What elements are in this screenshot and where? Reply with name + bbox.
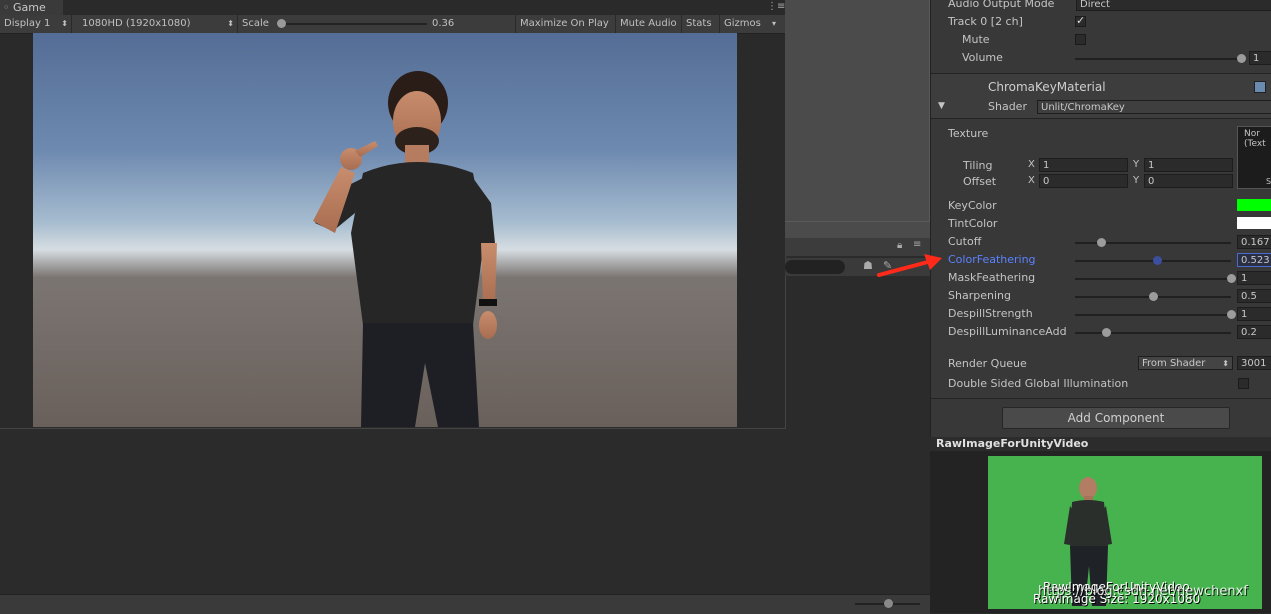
display-label: Display 1	[4, 18, 51, 29]
slider-value-field[interactable]: 1	[1237, 307, 1271, 321]
tiling-y-field[interactable]: 1	[1144, 158, 1233, 172]
game-toolbar: Display 1 ⬍ 1080HD (1920x1080) ⬍ Scale 0…	[0, 1, 785, 34]
render-queue-mode-label: From Shader	[1142, 358, 1206, 369]
shader-dropdown[interactable]: Unlit/ChromaKey	[1037, 100, 1271, 114]
slider-track[interactable]	[1075, 314, 1231, 316]
mute-label: Mute	[962, 33, 990, 46]
gizmos-label: Gizmos	[724, 18, 761, 29]
render-queue-label: Render Queue	[948, 357, 1027, 370]
slider-value-field[interactable]: 0.523	[1237, 253, 1271, 267]
game-tab-label: Game	[13, 1, 46, 14]
slider-knob[interactable]	[1227, 274, 1236, 283]
texture-select-button[interactable]: S	[1266, 177, 1271, 186]
menu-icon[interactable]: ⋮≡	[767, 1, 785, 12]
volume-slider-knob[interactable]	[1237, 54, 1246, 63]
keycolor-label: KeyColor	[948, 199, 997, 212]
offset-y-field[interactable]: 0	[1144, 174, 1233, 188]
slider-label: Sharpening	[948, 289, 1011, 302]
scale-slider-knob[interactable]	[277, 19, 286, 28]
shader-label: Shader	[988, 100, 1027, 113]
slider-label: ColorFeathering	[948, 253, 1036, 266]
render-queue-mode-dropdown[interactable]: From Shader ⬍	[1138, 356, 1233, 370]
search-input[interactable]	[785, 260, 845, 274]
menu-icon[interactable]: ≡	[913, 239, 921, 250]
slider-value-field[interactable]: 0.2	[1237, 325, 1271, 339]
dropdown-arrows-icon: ⬍	[1222, 359, 1229, 368]
dropdown-arrows-icon: ⬍	[61, 19, 68, 28]
resolution-label: 1080HD (1920x1080)	[82, 18, 191, 29]
dsgi-label: Double Sided Global Illumination	[948, 377, 1129, 390]
track-checkbox[interactable]: ✓	[1075, 14, 1086, 27]
slider-track[interactable]	[1075, 278, 1231, 280]
audio-output-mode-dropdown[interactable]: Direct	[1076, 0, 1271, 11]
scale-value: 0.36	[432, 18, 455, 29]
watermark-text: https://blog.csdn.net/newchenxf	[1038, 584, 1248, 599]
mute-audio-button[interactable]: Mute Audio	[616, 15, 682, 33]
slider-knob[interactable]	[1149, 292, 1158, 301]
dropdown-arrows-icon: ⬍	[227, 19, 234, 28]
texture-slot-text: Nor	[1244, 129, 1260, 139]
filter-icon[interactable]: ☗	[863, 259, 873, 272]
render-queue-value[interactable]: 3001	[1237, 356, 1271, 370]
audio-output-mode-label: Audio Output Mode	[948, 0, 1055, 10]
zoom-slider-knob[interactable]	[884, 599, 893, 608]
gizmos-dropdown[interactable]: Gizmos ▾	[720, 15, 778, 33]
offset-label: Offset	[963, 175, 997, 188]
texture-slot[interactable]: Nor (Text S	[1237, 126, 1271, 189]
help-icon[interactable]	[1254, 81, 1266, 93]
tiling-label: Tiling	[963, 159, 993, 172]
resolution-dropdown[interactable]: 1080HD (1920x1080) ⬍	[72, 15, 238, 33]
slider-label: DespillLuminanceAdd	[948, 325, 1067, 338]
tintcolor-label: TintColor	[948, 217, 998, 230]
scale-slider-track[interactable]	[282, 23, 427, 25]
tiling-y-axis-label: Y	[1133, 159, 1140, 170]
offset-x-field[interactable]: 0	[1039, 174, 1128, 188]
keycolor-swatch[interactable]	[1237, 199, 1271, 211]
texture-label: Texture	[948, 127, 989, 140]
chevron-down-icon: ▾	[771, 19, 776, 28]
game-tab-icon: ◦	[3, 1, 13, 14]
raw-image-preview: RawImageForUnityVideo RawImage Size: 192…	[988, 456, 1262, 609]
tiling-x-field[interactable]: 1	[1039, 158, 1128, 172]
volume-value[interactable]: 1	[1249, 51, 1271, 65]
track-label: Track 0 [2 ch]	[948, 15, 1023, 28]
slider-label: MaskFeathering	[948, 271, 1036, 284]
add-component-button[interactable]: Add Component	[1002, 407, 1230, 429]
mute-checkbox[interactable]	[1075, 34, 1086, 45]
slider-value-field[interactable]: 0.5	[1237, 289, 1271, 303]
material-name: ChromaKeyMaterial	[988, 80, 1106, 94]
texture-slot-subtext: (Text	[1244, 139, 1266, 149]
slider-knob[interactable]	[1102, 328, 1112, 337]
slider-knob[interactable]	[1227, 310, 1236, 319]
keyed-video-frame	[313, 71, 497, 427]
checkmark-icon: ✓	[1076, 14, 1086, 27]
slider-label: DespillStrength	[948, 307, 1033, 320]
slider-value-field[interactable]: 0.167	[1237, 235, 1271, 249]
volume-slider-track[interactable]	[1075, 58, 1238, 60]
scale-label: Scale	[242, 18, 269, 29]
display-dropdown[interactable]: Display 1 ⬍	[0, 15, 72, 33]
stats-button[interactable]: Stats	[682, 15, 720, 33]
game-viewport[interactable]	[33, 33, 737, 427]
foldout-arrow-icon[interactable]: ▼	[938, 101, 945, 111]
slider-knob[interactable]	[1097, 238, 1107, 247]
slider-value-field[interactable]: 1	[1237, 271, 1271, 285]
annotation-arrow-icon	[877, 254, 942, 277]
slider-label: Cutoff	[948, 235, 982, 248]
slider-track[interactable]	[1075, 332, 1231, 334]
dsgi-checkbox[interactable]	[1238, 378, 1249, 389]
bottom-status-bar	[0, 594, 930, 614]
game-tab[interactable]: ◦ Game	[0, 0, 63, 15]
scene-view-area[interactable]	[785, 0, 930, 238]
preview-header[interactable]: RawImageForUnityVideo	[930, 437, 1271, 451]
offset-x-axis-label: X	[1028, 175, 1035, 186]
tintcolor-swatch[interactable]	[1237, 217, 1271, 229]
volume-label: Volume	[962, 51, 1003, 64]
offset-y-axis-label: Y	[1133, 175, 1140, 186]
tiling-x-axis-label: X	[1028, 159, 1035, 170]
slider-knob[interactable]	[1152, 256, 1162, 265]
maximize-on-play-button[interactable]: Maximize On Play	[516, 15, 616, 33]
